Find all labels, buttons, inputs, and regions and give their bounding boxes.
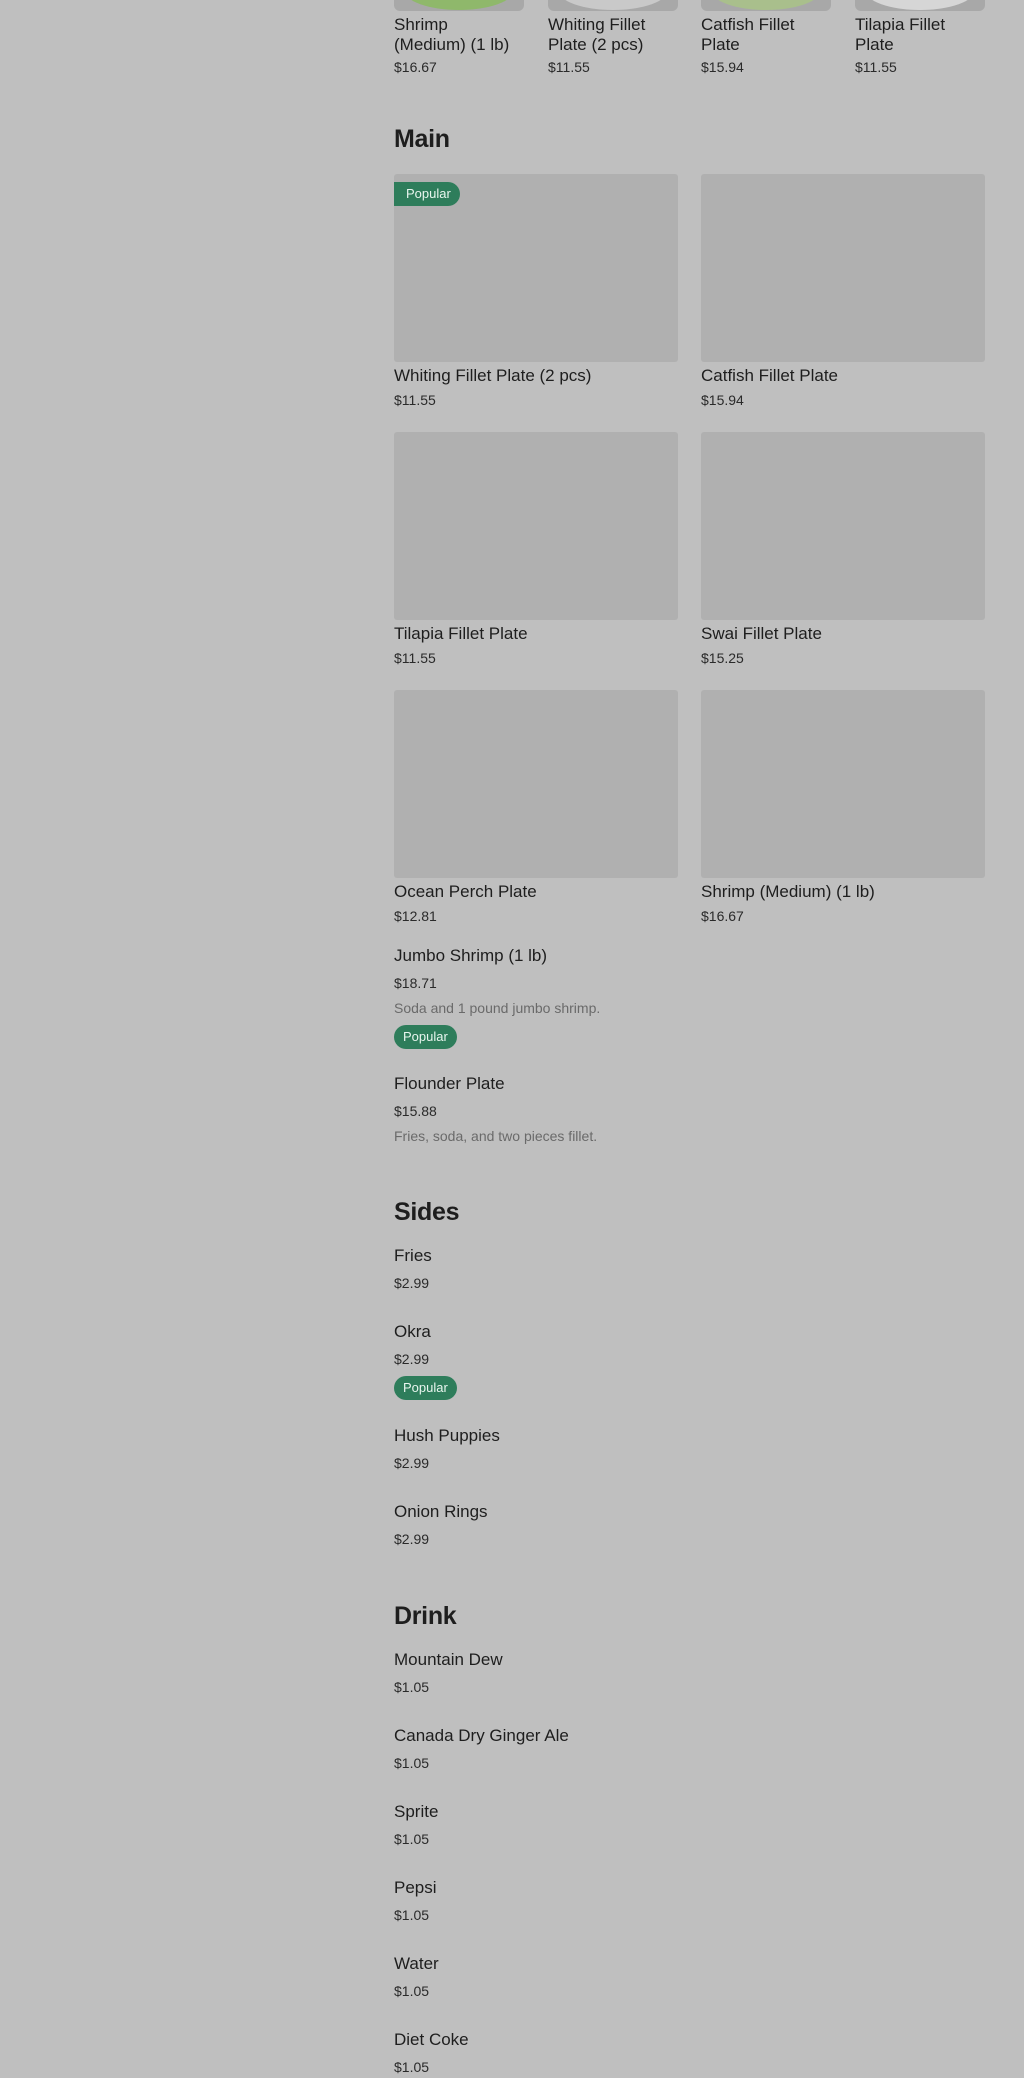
menu-item-price: $2.99 [394,1531,430,1547]
menu-item-name: Mountain Dew [394,1650,503,1669]
menu-item-card[interactable]: Catfish Fillet Plate $15.94 [701,174,985,408]
menu-list-item[interactable]: Onion Rings $2.99 [394,1502,794,1547]
menu-item-name: Tilapia Fillet Plate [394,624,528,643]
featured-item-image [394,0,524,11]
section-title-drink: Drink [394,1602,457,1630]
featured-items-row: Shrimp (Medium) (1 lb) $16.67 Whiting Fi… [394,0,985,80]
featured-item-name: Tilapia Fillet Plate [855,15,946,54]
menu-item-image [701,174,985,362]
featured-item-name: Shrimp (Medium) (1 lb) [394,15,510,54]
menu-item-name: Fries [394,1246,432,1265]
featured-item-name: Catfish Fillet Plate [701,15,795,54]
menu-item-price: $15.88 [394,1103,437,1119]
menu-item-name: Okra [394,1322,431,1341]
popular-badge: Popular [394,1025,457,1049]
menu-item-price: $1.05 [394,2059,430,2075]
menu-item-price: $2.99 [394,1275,430,1291]
menu-item-image [394,432,678,620]
featured-item-image [548,0,678,11]
menu-list-item[interactable]: Okra $2.99 Popular [394,1322,794,1400]
menu-item-price: $18.71 [394,975,437,991]
menu-item-name: Swai Fillet Plate [701,624,822,643]
menu-list-item[interactable]: Hush Puppies $2.99 [394,1426,794,1471]
popular-badge: Popular [394,182,460,206]
featured-item-card[interactable]: Catfish Fillet Plate $15.94 [701,0,831,75]
menu-item-name: Hush Puppies [394,1426,500,1445]
menu-item-card[interactable]: Shrimp (Medium) (1 lb) $16.67 [701,690,985,924]
menu-item-price: $1.05 [394,1907,430,1923]
menu-item-image: Popular [394,174,678,362]
menu-item-price: $15.25 [701,650,744,666]
menu-item-description: Soda and 1 pound jumbo shrimp. [394,1000,601,1016]
featured-item-image [701,0,831,11]
featured-item-name: Whiting Fillet Plate (2 pcs) [548,15,646,54]
menu-item-price: $11.55 [394,650,436,666]
menu-item-name: Ocean Perch Plate [394,882,537,901]
menu-item-price: $2.99 [394,1351,430,1367]
menu-item-name: Diet Coke [394,2030,469,2049]
menu-item-price: $12.81 [394,908,437,924]
menu-item-name: Flounder Plate [394,1074,505,1093]
menu-item-card[interactable]: Ocean Perch Plate $12.81 [394,690,678,924]
section-title-sides: Sides [394,1198,460,1226]
featured-item-card[interactable]: Tilapia Fillet Plate $11.55 [855,0,985,75]
menu-item-name: Canada Dry Ginger Ale [394,1726,569,1745]
menu-list-item[interactable]: Sprite $1.05 [394,1802,794,1847]
popular-badge: Popular [394,1376,457,1400]
menu-item-price: $1.05 [394,1679,430,1695]
menu-item-card[interactable]: Swai Fillet Plate $15.25 [701,432,985,666]
featured-item-price: $11.55 [548,59,590,75]
featured-item-price: $16.67 [394,59,437,75]
menu-item-price: $2.99 [394,1455,430,1471]
menu-item-name: Catfish Fillet Plate [701,366,838,385]
featured-item-image [855,0,985,11]
menu-item-card[interactable]: Popular Whiting Fillet Plate (2 pcs) $11… [394,174,678,408]
menu-list-item[interactable]: Canada Dry Ginger Ale $1.05 [394,1726,794,1771]
featured-item-price: $11.55 [855,59,897,75]
menu-item-image [701,690,985,878]
menu-item-name: Water [394,1954,439,1973]
menu-item-image [701,432,985,620]
menu-item-name: Jumbo Shrimp (1 lb) [394,946,548,965]
menu-list-item[interactable]: Diet Coke $1.05 [394,2030,794,2075]
menu-item-image [394,690,678,878]
menu-list-item[interactable]: Fries $2.99 [394,1246,794,1291]
section-title-main: Main [394,125,450,153]
menu-list-item[interactable]: Pepsi $1.05 [394,1878,794,1923]
menu-list-item[interactable]: Jumbo Shrimp (1 lb) $18.71 Soda and 1 po… [394,946,794,1049]
featured-item-card[interactable]: Shrimp (Medium) (1 lb) $16.67 [394,0,524,75]
menu-item-name: Pepsi [394,1878,437,1897]
menu-item-price: $15.94 [701,392,744,408]
menu-list-item[interactable]: Flounder Plate $15.88 Fries, soda, and t… [394,1074,794,1144]
menu-item-price: $1.05 [394,1831,430,1847]
menu-list-item[interactable]: Mountain Dew $1.05 [394,1650,794,1695]
menu-item-card[interactable]: Tilapia Fillet Plate $11.55 [394,432,678,666]
menu-list-item[interactable]: Water $1.05 [394,1954,794,1999]
menu-item-price: $1.05 [394,1983,430,1999]
menu-item-name: Sprite [394,1802,439,1821]
menu-item-price: $11.55 [394,392,436,408]
menu-item-name: Onion Rings [394,1502,488,1521]
featured-item-card[interactable]: Whiting Fillet Plate (2 pcs) $11.55 [548,0,678,75]
menu-item-name: Shrimp (Medium) (1 lb) [701,882,875,901]
menu-item-name: Whiting Fillet Plate (2 pcs) [394,366,592,385]
featured-item-price: $15.94 [701,59,744,75]
menu-item-price: $16.67 [701,908,744,924]
menu-item-description: Fries, soda, and two pieces fillet. [394,1128,598,1144]
menu-item-price: $1.05 [394,1755,430,1771]
